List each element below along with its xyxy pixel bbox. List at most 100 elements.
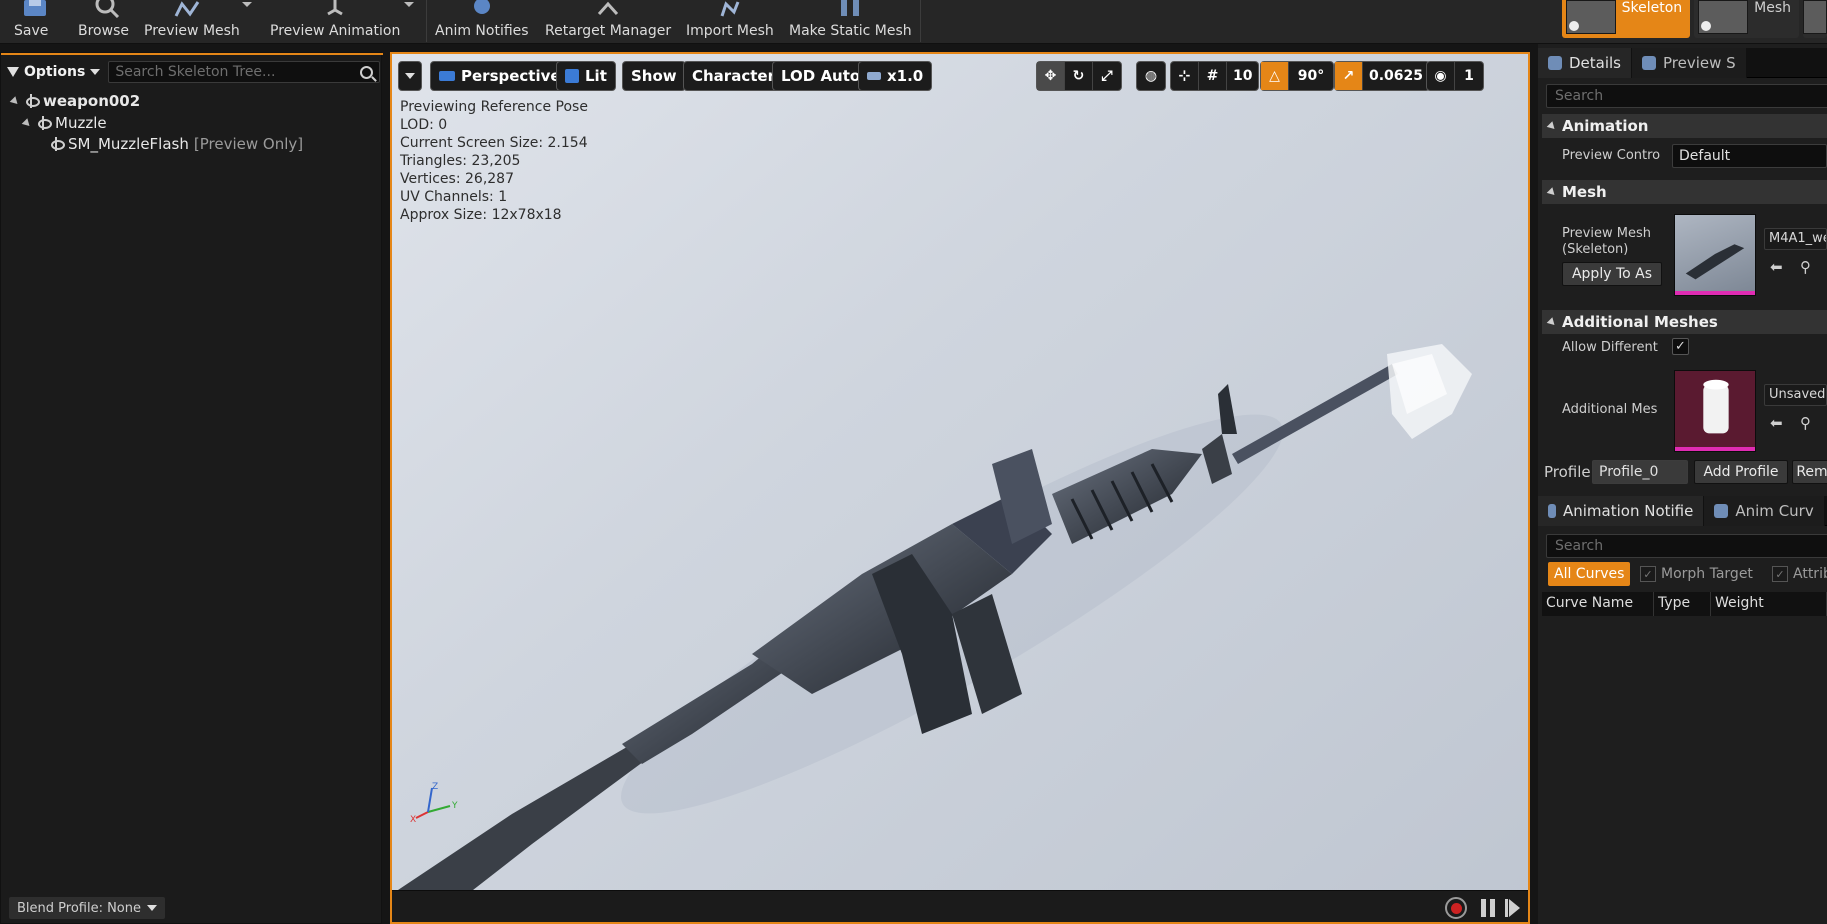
preview-mesh-dropdown[interactable]	[242, 2, 252, 7]
additional-mesh-thumbnail[interactable]	[1674, 370, 1756, 452]
camera-speed-value[interactable]: 1	[1455, 62, 1483, 90]
retarget-manager-label: Retarget Manager	[545, 23, 672, 39]
tree-node-sm-muzzleflash[interactable]: SM_MuzzleFlash [Preview Only]	[49, 134, 303, 154]
curves-table-header: Curve Name Type Weight	[1542, 592, 1827, 616]
column-type[interactable]: Type	[1654, 592, 1711, 616]
preview-mesh-thumbnail[interactable]	[1674, 214, 1756, 296]
tab-anim-curves[interactable]: Anim Curv	[1704, 496, 1825, 526]
world-local-toggle[interactable]: ◍	[1136, 61, 1166, 91]
viewport-options-button[interactable]	[398, 61, 422, 91]
preview-controller-select[interactable]: Default	[1672, 144, 1827, 168]
viewport-stats: Previewing Reference Pose LOD: 0 Current…	[400, 98, 588, 224]
attributes-checkbox[interactable]: ✓	[1772, 566, 1788, 582]
allow-different-checkbox[interactable]: ✓	[1672, 338, 1689, 355]
use-selected-arrow-icon[interactable]: ⬅	[1770, 260, 1786, 275]
filter-all-curves[interactable]: All Curves	[1548, 562, 1631, 586]
scale-mode-icon[interactable]: ⤢	[1093, 62, 1121, 90]
transform-mode-group: ✥ ↻ ⤢	[1036, 61, 1122, 91]
additional-mesh-label: Additional Mes	[1562, 402, 1658, 417]
column-weight[interactable]: Weight	[1711, 592, 1827, 616]
mesh-category[interactable]: Mesh	[1542, 180, 1827, 204]
browse-button[interactable]: Browse	[78, 0, 129, 42]
tree-node-label: weapon002	[43, 92, 141, 110]
playback-speed-button[interactable]: x1.0	[858, 61, 933, 91]
rotation-snap-icon[interactable]: △	[1261, 62, 1289, 90]
tab-preview-settings[interactable]: Preview S	[1632, 48, 1747, 78]
preview-mesh-button[interactable]: Preview Mesh	[144, 0, 240, 42]
apply-to-asset-button[interactable]: Apply To As	[1562, 262, 1662, 286]
blend-profile-selector[interactable]: Blend Profile: None	[9, 897, 166, 919]
notify-icon	[1548, 504, 1556, 518]
save-button[interactable]: Save	[14, 0, 48, 42]
mesh-mode-tab[interactable]: Mesh	[1694, 0, 1799, 38]
animation-mode-tab[interactable]	[1803, 0, 1827, 38]
scale-snap-icon[interactable]: ↗	[1335, 62, 1363, 90]
details-panel: Details Preview S Search Animation Previ…	[1538, 44, 1827, 924]
browse-asset-icon[interactable]: ⚲	[1800, 416, 1816, 431]
preview-animation-dropdown[interactable]	[404, 2, 414, 7]
curves-search-input[interactable]: Search	[1546, 534, 1827, 558]
remove-profile-button[interactable]: Rem	[1792, 460, 1827, 484]
tree-node-muzzle[interactable]: Muzzle	[21, 113, 107, 133]
expand-arrow-icon[interactable]	[21, 117, 33, 129]
tab-details[interactable]: Details	[1538, 48, 1633, 78]
retarget-manager-button[interactable]: Retarget Manager	[545, 0, 671, 42]
use-selected-arrow-icon[interactable]: ⬅	[1770, 416, 1786, 431]
chevron-down-icon	[405, 73, 415, 79]
save-icon	[24, 0, 46, 16]
skeleton-search-input[interactable]: Search Skeleton Tree...	[108, 61, 381, 83]
record-icon[interactable]	[1445, 897, 1467, 919]
import-mesh-button[interactable]: Import Mesh	[686, 0, 774, 42]
grid-snap-icon[interactable]: #	[1199, 62, 1227, 90]
chevron-down-icon	[147, 905, 158, 911]
pause-icon[interactable]	[1481, 899, 1495, 917]
filter-attributes[interactable]: ✓ Attrib	[1766, 562, 1827, 586]
viewport-transport-bar	[392, 890, 1528, 922]
step-forward-icon[interactable]	[1505, 899, 1520, 917]
skeleton-mode-tab[interactable]: Skeleton	[1561, 0, 1691, 38]
rotation-snap-value[interactable]: 90°	[1289, 62, 1333, 90]
animation-category[interactable]: Animation	[1542, 114, 1827, 138]
profile-select[interactable]: Profile_0	[1592, 460, 1688, 484]
animation-thumbnail	[1803, 0, 1827, 34]
preview-animation-button[interactable]: Preview Animation	[270, 0, 400, 42]
character-button[interactable]: Character	[683, 61, 784, 91]
tree-node-weapon002[interactable]: weapon002	[9, 91, 141, 111]
rotate-mode-icon[interactable]: ↻	[1065, 62, 1093, 90]
grid-snap-value[interactable]: 10	[1227, 62, 1258, 90]
tab-anim-curves-label: Anim Curv	[1735, 502, 1814, 520]
preview-viewport[interactable]: Perspective Lit Show Character LOD Auto …	[390, 52, 1530, 924]
camera-speed-icon[interactable]: ◉	[1427, 62, 1455, 90]
additional-meshes-category[interactable]: Additional Meshes	[1542, 310, 1827, 334]
lit-button[interactable]: Lit	[556, 61, 616, 91]
options-button[interactable]: Options	[7, 64, 101, 80]
anim-notifies-button[interactable]: Anim Notifies	[435, 0, 529, 42]
search-icon[interactable]	[360, 65, 374, 79]
asset-mode-tabs: Skeleton Mesh	[1558, 0, 1827, 40]
translate-mode-icon[interactable]: ✥	[1037, 62, 1065, 90]
details-search-input[interactable]: Search	[1546, 84, 1827, 108]
add-profile-button[interactable]: Add Profile	[1694, 460, 1788, 484]
filter-morph-target[interactable]: ✓ Morph Target	[1634, 562, 1759, 586]
preview-mesh-asset-name[interactable]: M4A1_we	[1764, 228, 1827, 250]
tab-animation-notifies[interactable]: Animation Notifie	[1538, 496, 1705, 526]
details-search-placeholder: Search	[1555, 88, 1604, 104]
preview-animation-icon	[327, 0, 343, 16]
show-label: Show	[631, 67, 677, 85]
skeleton-thumbnail	[1565, 0, 1616, 34]
perspective-button[interactable]: Perspective	[430, 61, 570, 91]
show-button[interactable]: Show	[622, 61, 686, 91]
cylinder-thumbnail-icon	[1703, 379, 1729, 434]
world-space-icon: ◍	[1144, 68, 1158, 84]
scale-snap-value[interactable]: 0.0625	[1363, 62, 1429, 90]
make-static-mesh-button[interactable]: Make Static Mesh	[789, 0, 912, 42]
morph-target-checkbox[interactable]: ✓	[1640, 566, 1656, 582]
lod-button[interactable]: LOD Auto	[772, 61, 870, 91]
expand-arrow-icon[interactable]	[9, 95, 21, 107]
import-mesh-label: Import Mesh	[686, 23, 774, 39]
browse-asset-icon[interactable]: ⚲	[1800, 260, 1816, 275]
rotation-snap-group: △ 90°	[1260, 61, 1334, 91]
additional-mesh-asset-name[interactable]: Unsaved	[1764, 384, 1827, 406]
surface-snap-icon[interactable]: ⊹	[1171, 62, 1199, 90]
column-curve-name[interactable]: Curve Name	[1542, 592, 1654, 616]
